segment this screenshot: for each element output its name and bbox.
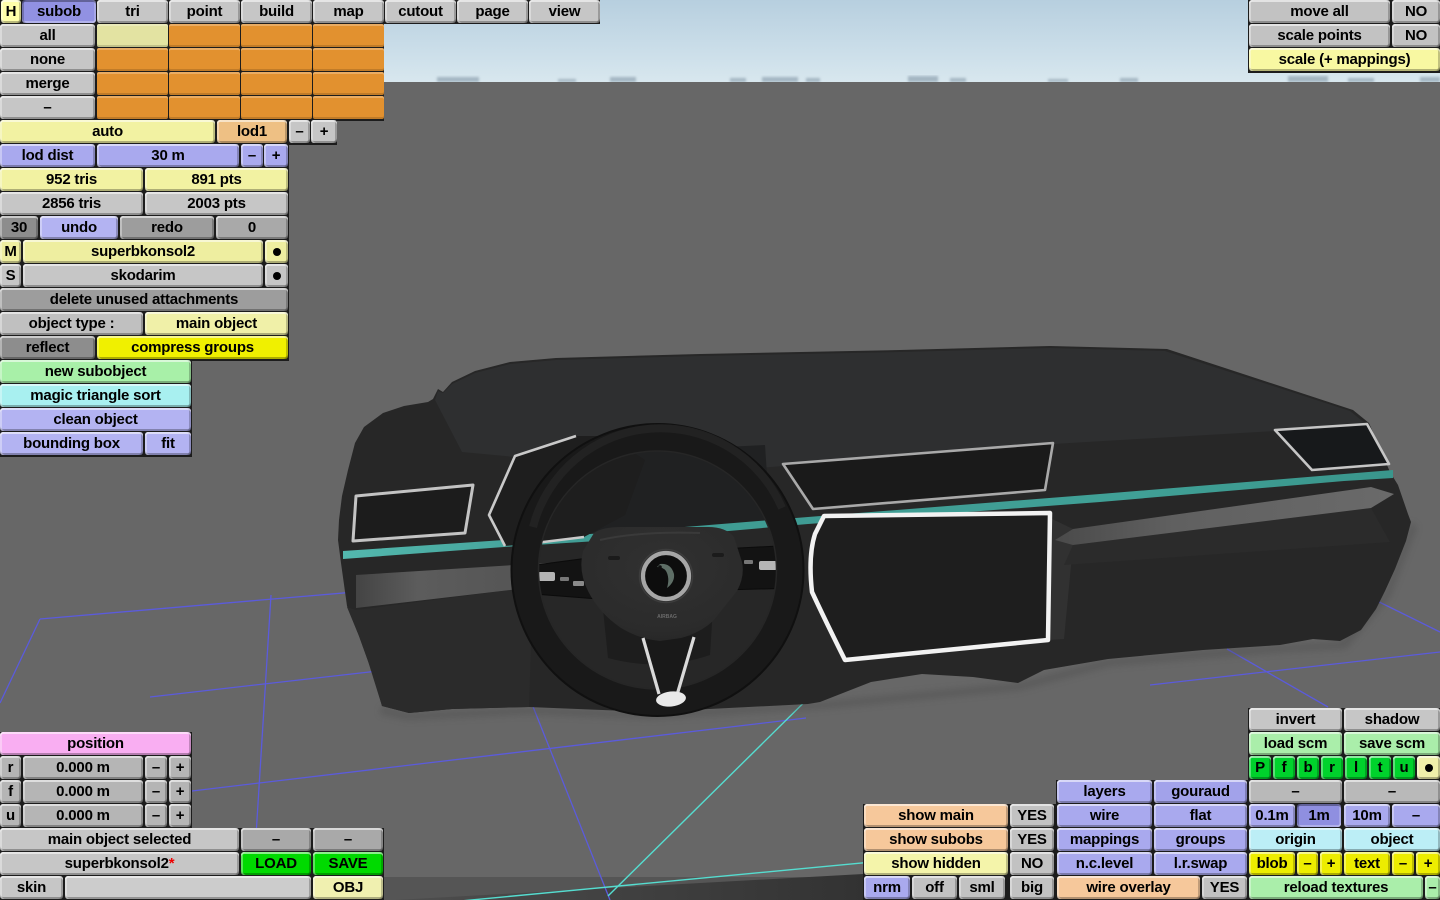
- svg-text:AIRBAG: AIRBAG: [657, 614, 677, 620]
